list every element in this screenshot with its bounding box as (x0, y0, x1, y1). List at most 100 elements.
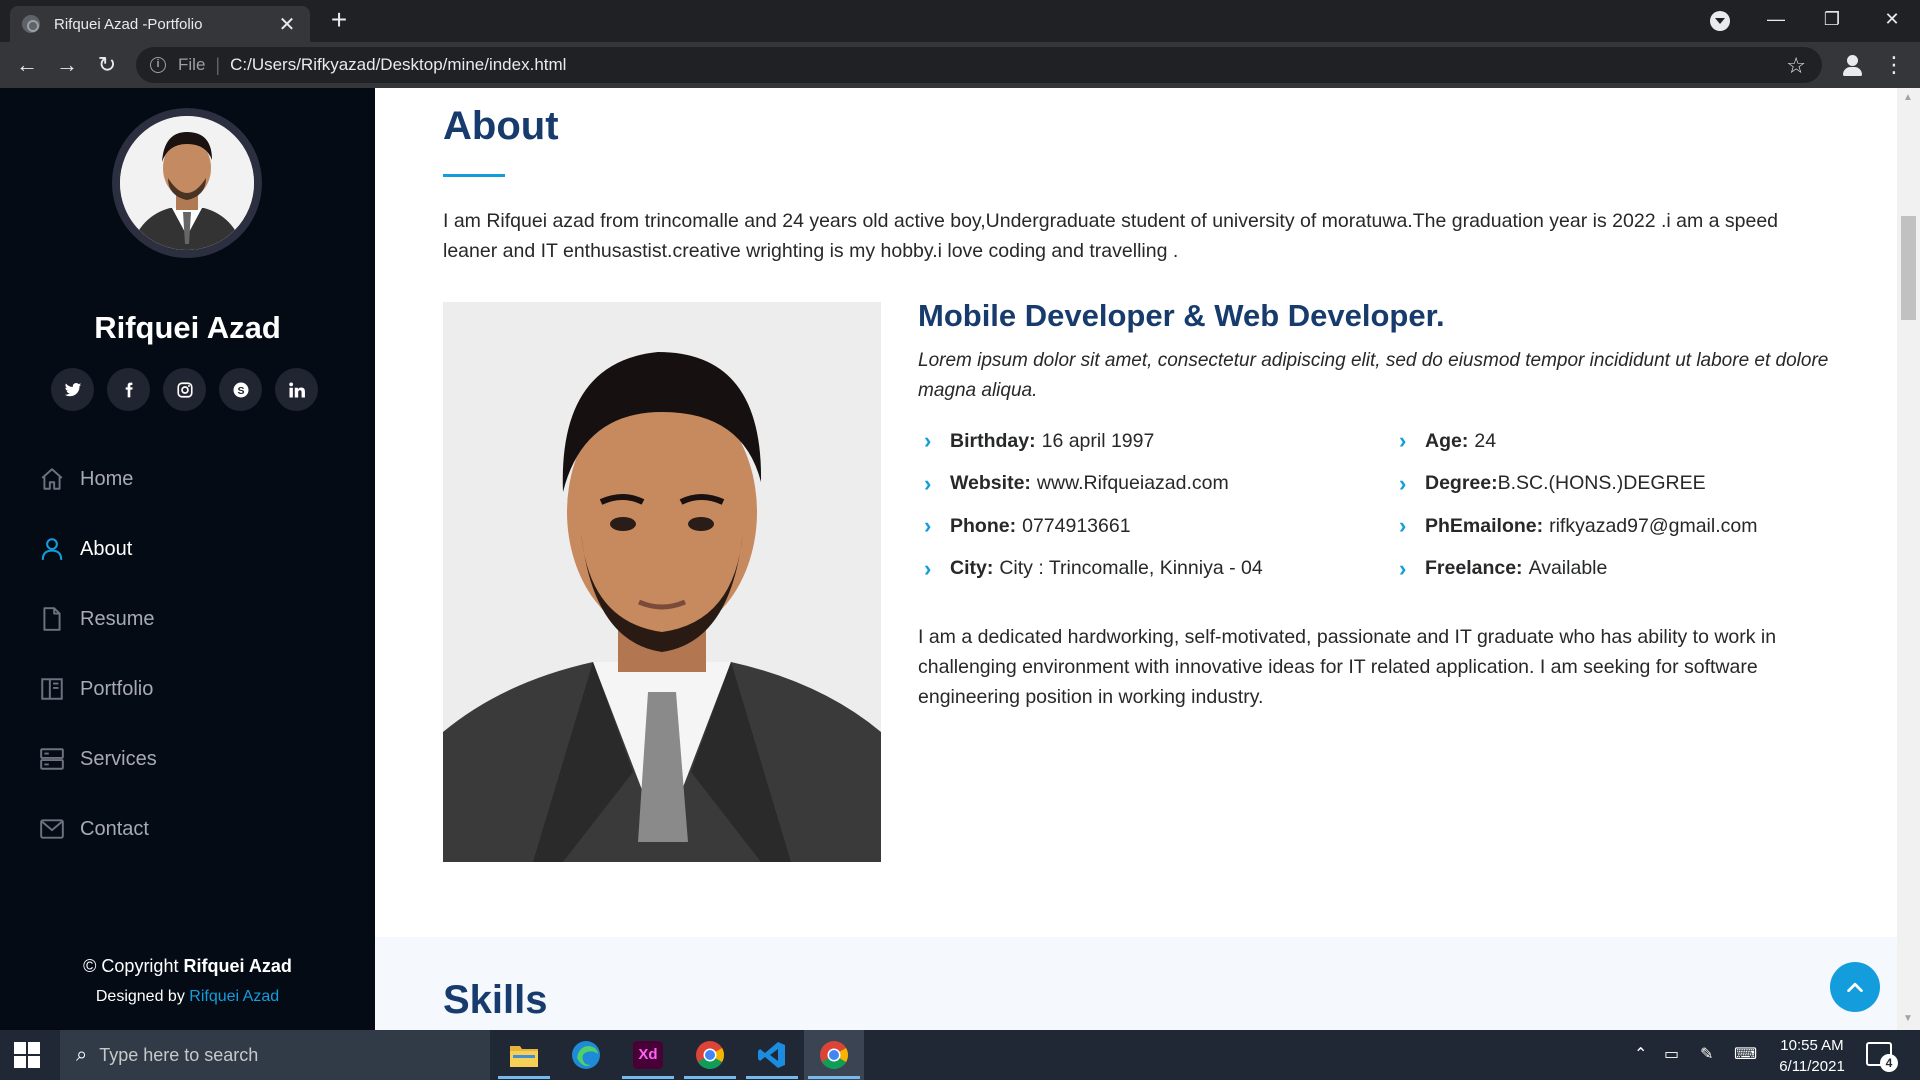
sidebar-nav: Home About Resume Portfolio Services Con… (38, 444, 157, 864)
sidebar-item-about[interactable]: About (38, 514, 157, 584)
designed-by: Designed by Rifquei Azad (0, 988, 375, 1006)
twitter-icon[interactable] (51, 368, 94, 411)
fact-phone: › Phone: 0774913661 (918, 511, 1393, 542)
address-bar[interactable]: i File | C:/Users/Rifkyazad/Desktop/mine… (136, 47, 1822, 83)
profile-icon[interactable] (1838, 50, 1868, 80)
tab-search-icon[interactable] (1710, 11, 1730, 31)
close-tab-icon[interactable]: ✕ (276, 12, 298, 37)
edge-icon[interactable] (556, 1030, 616, 1080)
sidebar-item-portfolio[interactable]: Portfolio (38, 654, 157, 724)
fact-city: › City: City : Trincomalle, Kinniya - 04 (918, 554, 1393, 585)
sidebar-item-contact[interactable]: Contact (38, 794, 157, 864)
pen-icon[interactable]: ✎ (1700, 1030, 1713, 1080)
chevron-up-icon[interactable]: ⌃ (1634, 1030, 1647, 1080)
sidebar-item-label: Contact (80, 817, 149, 840)
chrome-icon[interactable] (680, 1030, 740, 1080)
chevron-right-icon: › (924, 470, 932, 496)
new-tab-button[interactable]: + (324, 6, 354, 36)
copyright: © Copyright Rifquei Azad (0, 956, 375, 977)
chevron-right-icon: › (924, 428, 932, 454)
menu-icon[interactable]: ⋮ (1882, 49, 1906, 81)
chevron-right-icon: › (1399, 555, 1407, 581)
scroll-thumb[interactable] (1901, 216, 1916, 320)
fact-birthday: › Birthday: 16 april 1997 (918, 426, 1393, 457)
chrome-active-icon[interactable] (804, 1030, 864, 1080)
linkedin-icon[interactable] (275, 368, 318, 411)
browser-toolbar: ← → ↻ i File | C:/Users/Rifkyazad/Deskto… (0, 42, 1920, 88)
role-description: Lorem ipsum dolor sit amet, consectetur … (918, 350, 1829, 401)
fact-label: Freelance: (1425, 557, 1523, 580)
url-text[interactable]: C:/Users/Rifkyazad/Desktop/mine/index.ht… (230, 55, 566, 75)
fact-age: › Age: 24 (1393, 426, 1838, 457)
fact-value: www.Rifqueiazad.com (1036, 472, 1229, 495)
battery-icon[interactable]: ▭ (1664, 1030, 1679, 1080)
notification-badge: 4 (1880, 1054, 1898, 1072)
close-window-button[interactable]: ✕ (1864, 0, 1920, 40)
chevron-right-icon: › (1399, 470, 1407, 496)
taskbar: ⌕ Type here to search Xd ⌃ ▭ ✎ ⌨ 10:55 A… (0, 1030, 1920, 1080)
page-scrollbar[interactable]: ▲ ▼ (1897, 88, 1920, 1030)
search-icon: ⌕ (76, 1043, 88, 1066)
fact-email: › PhEmailone: rifkyazad97@gmail.com (1393, 511, 1838, 542)
adobe-xd-icon[interactable]: Xd (618, 1030, 678, 1080)
sidebar-item-label: About (80, 537, 133, 560)
server-icon (38, 745, 66, 773)
fact-label: Website: (950, 472, 1031, 495)
back-to-top-button[interactable] (1830, 962, 1880, 1012)
avatar (112, 108, 262, 258)
fact-degree: › Degree: B.SC.(HONS.)DEGREE (1393, 469, 1838, 500)
adobe-xd-label: Xd (633, 1041, 663, 1069)
sidebar-item-label: Home (80, 467, 134, 490)
taskbar-clock[interactable]: 10:55 AM 6/11/2021 (1762, 1035, 1862, 1077)
fact-label: PhEmailone: (1425, 514, 1544, 537)
section-title: About (443, 104, 559, 148)
sidebar-item-services[interactable]: Services (38, 724, 157, 794)
scroll-up-arrow[interactable]: ▲ (1903, 92, 1913, 103)
home-icon (38, 465, 66, 493)
fact-website: › Website: www.Rifqueiazad.com (918, 469, 1393, 500)
windows-start-icon[interactable] (14, 1042, 40, 1068)
chevron-right-icon: › (1399, 513, 1407, 539)
skills-title: Skills (443, 978, 548, 1022)
sidebar-item-home[interactable]: Home (38, 444, 157, 514)
fact-label: Age: (1425, 429, 1469, 452)
bookmark-star-icon[interactable]: ☆ (1786, 53, 1806, 79)
chevron-up-icon (1847, 982, 1863, 993)
vscode-icon[interactable] (742, 1030, 802, 1080)
facebook-icon[interactable] (107, 368, 150, 411)
social-links: S (51, 368, 318, 411)
page-viewport: Rifquei Azad S Home About Resume Portfol… (0, 88, 1920, 1030)
fact-value: Available (1528, 557, 1608, 580)
keyboard-icon[interactable]: ⌨ (1734, 1030, 1757, 1080)
designer-link[interactable]: Rifquei Azad (189, 988, 279, 1005)
instagram-icon[interactable] (163, 368, 206, 411)
fact-label: Degree: (1425, 472, 1498, 495)
chevron-right-icon: › (924, 555, 932, 581)
copyright-name: Rifquei Azad (183, 956, 292, 976)
reload-button[interactable]: ↻ (91, 49, 123, 81)
scroll-down-arrow[interactable]: ▼ (1903, 1013, 1913, 1024)
book-icon (38, 675, 66, 703)
browser-tab[interactable]: Rifquei Azad -Portfolio ✕ (10, 6, 310, 42)
info-icon[interactable]: i (150, 57, 166, 73)
sidebar-item-resume[interactable]: Resume (38, 584, 157, 654)
fact-value: 16 april 1997 (1041, 429, 1155, 452)
file-explorer-icon[interactable] (494, 1030, 554, 1080)
fact-label: City: (950, 557, 994, 580)
designed-prefix: Designed by (95, 988, 185, 1005)
forward-button[interactable]: → (51, 49, 83, 81)
file-icon (38, 605, 66, 633)
taskbar-search[interactable]: ⌕ Type here to search (60, 1030, 490, 1080)
main-content: About I am Rifquei azad from trincomalle… (375, 88, 1897, 1030)
skype-icon[interactable]: S (219, 368, 262, 411)
clock-date: 6/11/2021 (1779, 1058, 1845, 1075)
fact-value: City : Trincomalle, Kinniya - 04 (999, 557, 1263, 580)
minimize-button[interactable]: ― (1748, 0, 1804, 40)
sidebar-item-label: Resume (80, 607, 155, 630)
restore-button[interactable]: ❐ (1804, 0, 1860, 40)
sidebar-item-label: Services (80, 747, 157, 770)
skills-section (375, 937, 1897, 1030)
url-scheme: File (178, 55, 206, 74)
back-button[interactable]: ← (11, 49, 43, 81)
fact-value: rifkyazad97@gmail.com (1549, 514, 1758, 537)
